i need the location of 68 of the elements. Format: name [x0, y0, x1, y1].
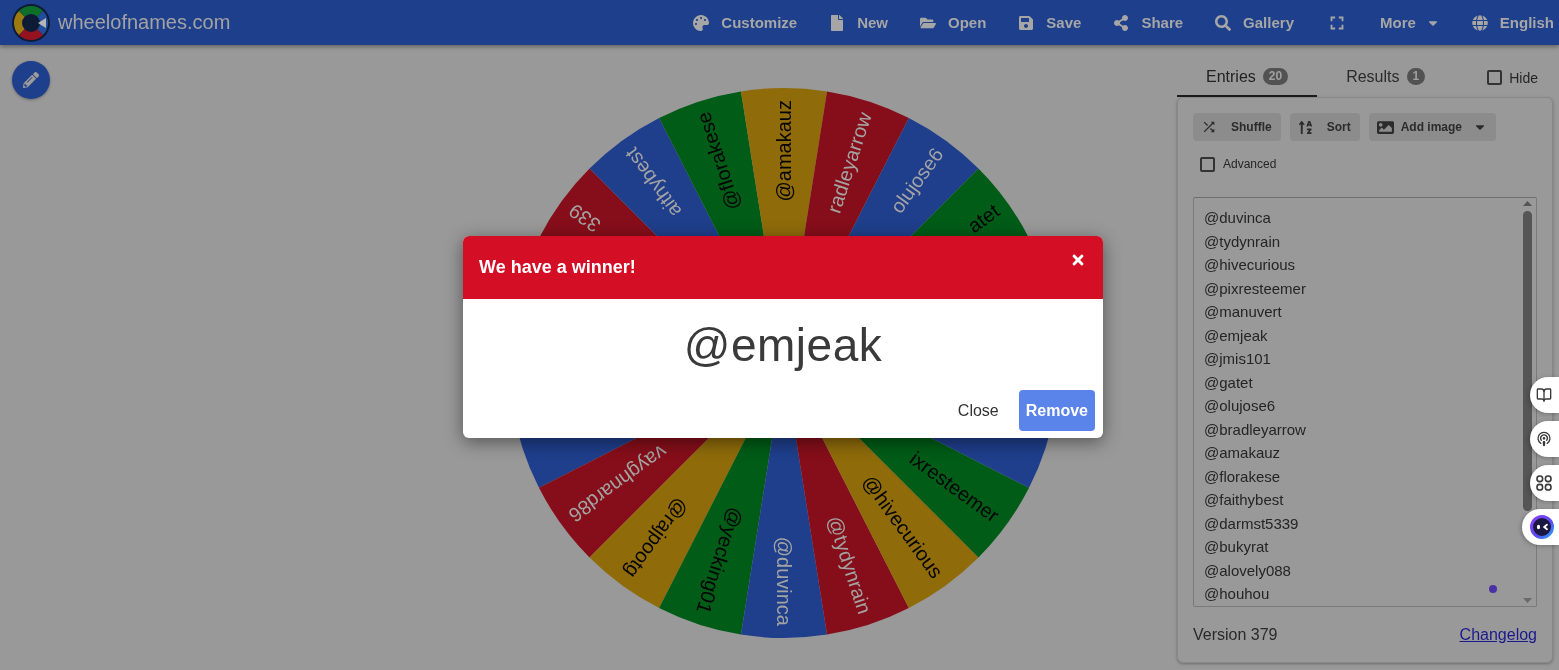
menu-button[interactable]: More: [1380, 14, 1440, 31]
save-icon: [1018, 14, 1035, 31]
entry-text: @duvinca: [1204, 208, 1271, 228]
entry-text: @gatet: [1204, 372, 1253, 393]
count-badge: 20: [1262, 68, 1289, 85]
book-icon: [1536, 387, 1552, 403]
entry-text: @hivecurious: [1204, 255, 1296, 275]
entries-field[interactable]: @duvinca @tydynrain @hivecurious @pixresteemer @manuvert @emjeak @jmis101 @gatet @olujose6 @bradleyarrow @amakauz @florakese @faithybest @darmst5339 @bukyrat @alovely088 @houhou: [1193, 197, 1537, 607]
entry-text: @olujose6: [1204, 396, 1276, 416]
wheel-label: atet: [963, 199, 1004, 237]
entry-text: @pixresteemer: [1204, 278, 1306, 299]
checkbox-label[interactable]: Advanced: [1223, 157, 1277, 171]
entry-text: @bukyrat: [1204, 537, 1269, 557]
menu-button[interactable]: Save: [1018, 14, 1082, 31]
palette-icon: [693, 14, 710, 31]
mascot-icon: [1530, 515, 1554, 539]
wheel-label: @duvinca: [773, 536, 795, 626]
wheel-label: 339: [564, 199, 605, 237]
checkbox[interactable]: [1487, 70, 1503, 85]
globe-icon: [1471, 14, 1488, 31]
entry-text: @faithybest: [1204, 490, 1284, 510]
close-icon: [1070, 252, 1086, 268]
sort-icon: [1297, 119, 1313, 135]
entry-text: @houhou: [1204, 584, 1270, 604]
entry-text: @jmis101: [1204, 349, 1271, 369]
winner-name: @emjeak: [683, 317, 883, 372]
count-badge: 1: [1406, 68, 1426, 85]
toolbar-button[interactable]: Add image: [1368, 113, 1496, 141]
menu-button[interactable]: Open: [920, 14, 987, 31]
entry-text: @manuvert: [1204, 302, 1282, 322]
entry-text: @florakese: [1204, 466, 1281, 487]
scroll-up-icon[interactable]: [1523, 201, 1532, 206]
side-button[interactable]: [1522, 509, 1559, 545]
menu-button[interactable]: New: [829, 14, 888, 31]
wheel-label: @amakauz: [773, 100, 795, 202]
entry-text: @amakauz: [1204, 443, 1281, 463]
dot-icon[interactable]: [1489, 585, 1497, 593]
entry-text: @emjeak: [1204, 325, 1268, 346]
menu-button[interactable]: Gallery: [1215, 14, 1294, 31]
image-icon: [1376, 118, 1394, 136]
menu-button[interactable]: English: [1471, 14, 1554, 31]
version-text: Version 379: [1193, 625, 1278, 644]
site-name[interactable]: wheelofnames.com: [58, 11, 231, 34]
search-icon: [1215, 14, 1232, 31]
tab[interactable]: Results 1: [1317, 58, 1455, 97]
entry-text: @tydynrain: [1204, 231, 1281, 252]
checkbox-label[interactable]: Hide: [1509, 69, 1538, 86]
checkbox[interactable]: [1200, 156, 1215, 172]
toolbar-button[interactable]: Shuffle: [1193, 113, 1281, 141]
file-icon: [829, 14, 846, 31]
pencil-icon: [23, 72, 39, 88]
scrollbar-thumb[interactable]: [1523, 211, 1532, 511]
menu-button[interactable]: Customize: [693, 14, 798, 31]
dialog-button[interactable]: Close: [949, 390, 1007, 431]
toolbar-button[interactable]: Sort: [1289, 113, 1360, 141]
entry-text: @alovely088: [1204, 560, 1291, 581]
logo-icon: [12, 3, 50, 42]
podcast-icon: [1536, 431, 1552, 447]
share-icon: [1113, 14, 1130, 31]
shuffle-icon: [1201, 119, 1217, 135]
grid-icon: [1536, 475, 1552, 491]
entry-text: @bradleyarrow: [1204, 419, 1306, 440]
dialog-button[interactable]: Remove: [1018, 390, 1095, 431]
dialog-title: We have a winner!: [479, 257, 636, 278]
edit-button[interactable]: [12, 61, 50, 99]
changelog-link[interactable]: Changelog: [1459, 625, 1537, 644]
entry-text: @darmst5339: [1204, 513, 1299, 534]
menu-button[interactable]: Share: [1113, 14, 1184, 31]
